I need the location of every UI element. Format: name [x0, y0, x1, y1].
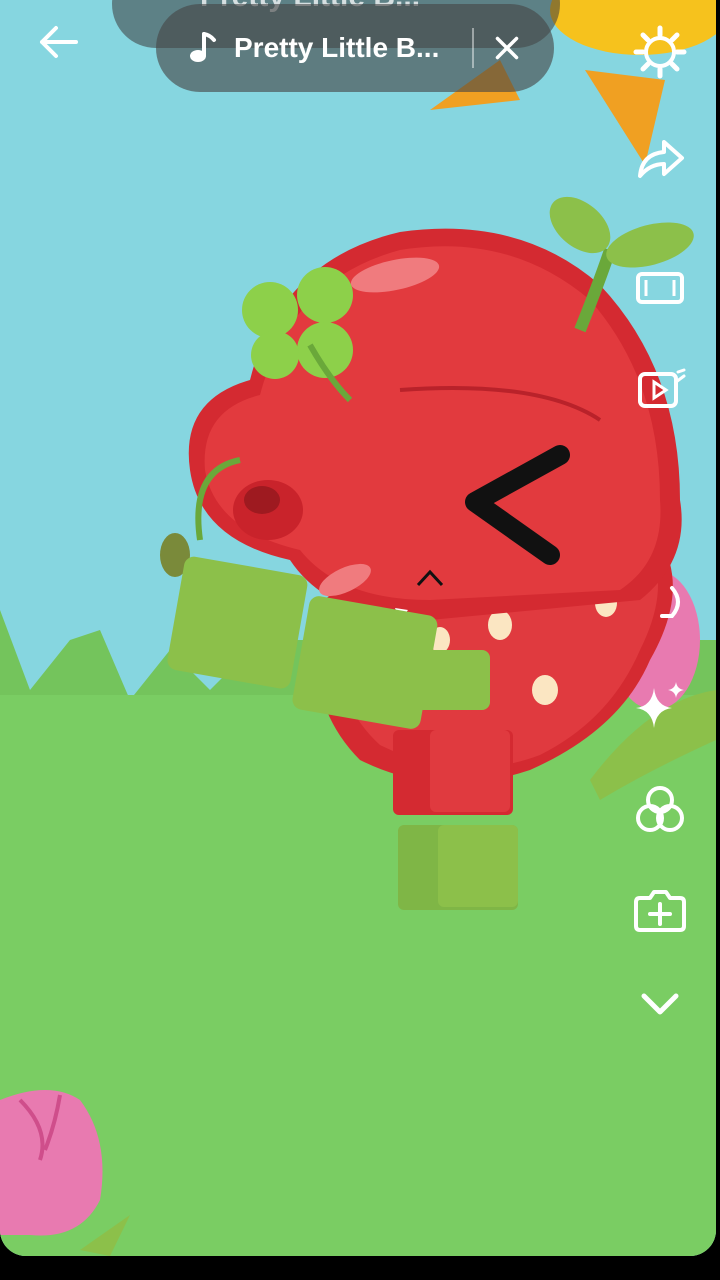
music-title: Pretty Little B...	[234, 32, 440, 63]
chevron-down-icon[interactable]	[630, 974, 690, 1034]
share-icon[interactable]	[630, 128, 690, 188]
pill-divider	[472, 28, 474, 68]
video-icon[interactable]	[630, 360, 690, 420]
aspect-ratio-icon[interactable]	[630, 258, 690, 318]
back-arrow-icon[interactable]	[36, 20, 80, 64]
video-canvas: Pretty Little B... Pretty Little B...	[0, 0, 716, 1256]
add-clip-icon[interactable]	[630, 880, 690, 940]
music-note-icon	[190, 32, 216, 62]
music-pill[interactable]: Pretty Little B...	[156, 4, 554, 92]
settings-icon[interactable]	[630, 22, 690, 82]
sparkle-icon[interactable]	[630, 676, 690, 736]
close-icon[interactable]	[490, 31, 524, 65]
filters-icon[interactable]	[630, 780, 690, 840]
scene-illustration	[0, 0, 716, 1256]
effects-icon[interactable]	[630, 572, 690, 632]
